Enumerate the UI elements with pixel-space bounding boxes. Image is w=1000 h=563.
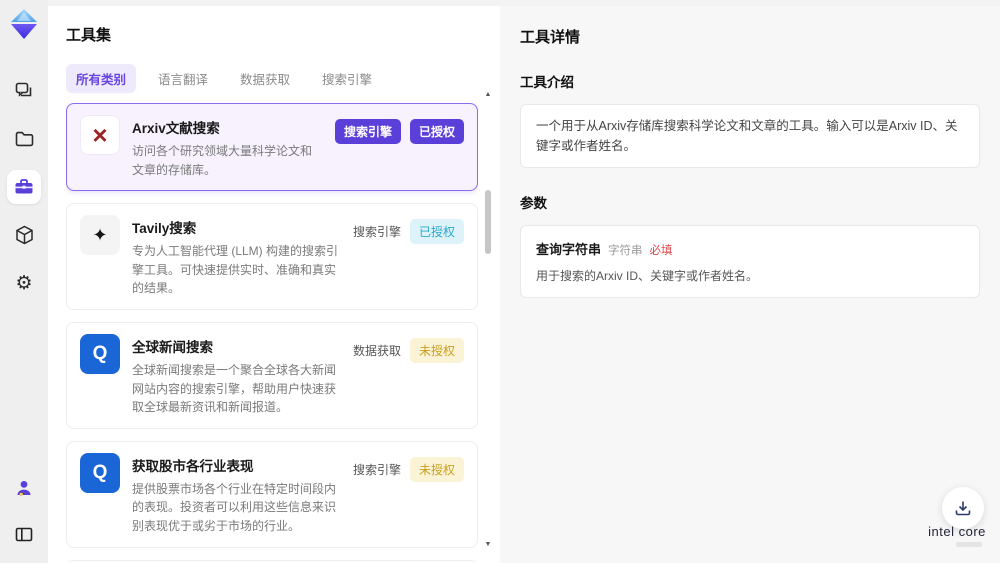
tool-card[interactable]: Arxiv文献搜索 访问各个研究领域大量科学论文和文章的存储库。 搜索引擎 已授… [66, 103, 478, 192]
tool-name: 获取股市各行业表现 [132, 458, 254, 474]
tool-card[interactable]: 全球新闻搜索 全球新闻搜索是一个聚合全球各大新闻网站内容的搜索引擎，帮助用户快速… [66, 321, 478, 429]
param-type: 字符串 [608, 245, 643, 257]
params-heading: 参数 [520, 196, 547, 211]
category-badge: 搜索引擎 [352, 225, 401, 240]
tool-description: 访问各个研究领域大量科学论文和文章的存储库。 [132, 144, 313, 177]
intel-core-sub-mark [956, 542, 982, 547]
cube-icon[interactable] [7, 218, 41, 252]
category-badge: 搜索引擎 [334, 119, 401, 144]
intel-core-logo: intel core [922, 524, 992, 547]
download-button[interactable] [942, 487, 984, 529]
intel-core-text: intel core [928, 524, 986, 539]
panel-toggle-icon[interactable] [7, 517, 41, 551]
tool-description: 专为人工智能代理 (LLM) 构建的搜索引擎工具。可快速提供实时、准确和真实的结… [132, 244, 339, 296]
param-description: 用于搜索的Arxiv ID、关键字或作者姓名。 [536, 269, 759, 283]
window-top-strip [0, 0, 1000, 6]
category-tab[interactable]: 所有类别 [66, 64, 137, 93]
tools-panel: 工具集 所有类别 语言翻译 数据获取 搜索引擎 Arxiv文献搜索 访问各个研究… [48, 6, 500, 563]
tool-description: 提供股票市场各个行业在特定时间段内的表现。投资者可以利用这些信息来识别表现优于或… [132, 481, 337, 533]
tool-name: Arxiv文献搜索 [132, 121, 220, 136]
auth-status-badge: 未授权 [409, 337, 464, 363]
tool-name: Tavily搜索 [132, 221, 197, 237]
folder-icon[interactable] [7, 122, 41, 156]
tool-details-panel: 工具详情 工具介绍 一个用于从Arxiv存储库搜索科学论文和文章的工具。输入可以… [500, 6, 1000, 563]
tool-list: Arxiv文献搜索 访问各个研究领域大量科学论文和文章的存储库。 搜索引擎 已授… [66, 103, 478, 563]
tool-list-scrollbar[interactable]: ▲ ▼ [483, 88, 493, 552]
news-q-icon [80, 333, 120, 374]
tool-card[interactable]: 获取市场最活跃股票信息 提供当天交易量最高的股票列表，投资者可以利用这些信息来识… [66, 559, 478, 563]
sparkle-icon [80, 215, 120, 256]
category-tab[interactable]: 搜索引擎 [312, 64, 382, 93]
category-tab[interactable]: 数据获取 [230, 64, 300, 93]
tool-card[interactable]: 获取股市各行业表现 提供股票市场各个行业在特定时间段内的表现。投资者可以利用这些… [66, 440, 478, 548]
parameter-card: 查询字符串 字符串 必填 用于搜索的Arxiv ID、关键字或作者姓名。 [520, 225, 980, 298]
toolbox-icon[interactable] [7, 170, 41, 204]
chat-icon[interactable] [7, 74, 41, 108]
settings-gear-icon[interactable]: ⚙ [7, 266, 41, 300]
category-tabs: 所有类别 语言翻译 数据获取 搜索引擎 [66, 64, 500, 93]
auth-status-badge: 已授权 [409, 219, 464, 245]
tool-card[interactable]: Tavily搜索 专为人工智能代理 (LLM) 构建的搜索引擎工具。可快速提供实… [66, 203, 478, 310]
arxiv-icon [80, 115, 120, 155]
scrollbar-thumb[interactable] [485, 190, 491, 254]
app-rail: ⚙ [0, 0, 48, 563]
intro-heading: 工具介绍 [520, 75, 574, 90]
stock-q-icon [80, 452, 120, 493]
param-required-flag: 必填 [649, 245, 673, 257]
intro-text-box: 一个用于从Arxiv存储库搜索科学论文和文章的工具。输入可以是Arxiv ID、… [520, 104, 980, 168]
tools-panel-title: 工具集 [66, 27, 112, 44]
param-name: 查询字符串 [536, 242, 602, 257]
tool-name: 全球新闻搜索 [132, 339, 213, 355]
category-badge: 搜索引擎 [352, 462, 401, 477]
category-badge: 数据获取 [352, 343, 401, 358]
tool-description: 全球新闻搜索是一个聚合全球各大新闻网站内容的搜索引擎，帮助用户快速获取全球最新资… [132, 362, 337, 415]
app-logo-icon [9, 8, 39, 40]
auth-status-badge: 未授权 [409, 456, 464, 482]
profile-avatar-icon[interactable] [7, 471, 41, 505]
auth-status-badge: 已授权 [409, 119, 464, 144]
download-icon [955, 501, 971, 516]
scroll-up-arrow[interactable]: ▲ [483, 90, 493, 100]
scroll-down-arrow[interactable]: ▼ [483, 540, 493, 550]
category-tab[interactable]: 语言翻译 [148, 64, 218, 93]
details-title: 工具详情 [520, 29, 581, 46]
